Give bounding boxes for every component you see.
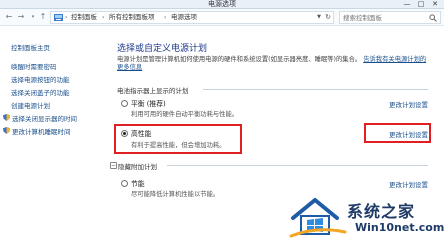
address-dropdown-icon[interactable]: ▼ bbox=[317, 12, 321, 23]
forward-arrow-icon[interactable]: → bbox=[16, 12, 26, 22]
search-input[interactable] bbox=[343, 13, 427, 22]
recent-pages-chevron-icon[interactable]: ▾ bbox=[28, 12, 38, 22]
back-arrow-icon[interactable]: ← bbox=[4, 12, 14, 22]
sidebar: 控制面板主页 唤醒时需要密码 选择电源按钮的功能 选择关闭盖子的功能 创建电源计… bbox=[0, 27, 104, 246]
change-plan-settings-balanced-link[interactable]: 更改计划设置 bbox=[389, 99, 428, 109]
breadcrumb-separator-icon: › bbox=[164, 14, 167, 21]
breadcrumb[interactable]: › 控制面板 › 所有控制面板项 › 电源选项 ▼ ↻ bbox=[50, 11, 334, 24]
window-title: 电源选项 bbox=[208, 0, 236, 8]
minimize-button[interactable]: — bbox=[400, 0, 414, 9]
watermark-brand: 系统之家 bbox=[347, 202, 416, 221]
highlight-box-plan bbox=[114, 124, 242, 154]
search-icon[interactable] bbox=[429, 14, 437, 22]
power-saver-plan-radio[interactable] bbox=[121, 180, 128, 187]
refresh-icon[interactable]: ↻ bbox=[325, 12, 331, 23]
sidebar-item-close-lid[interactable]: 选择关闭盖子的功能 bbox=[11, 87, 70, 97]
page-title: 选择或自定义电源计划 bbox=[117, 44, 208, 54]
sidebar-item-power-button[interactable]: 选择电源按钮的功能 bbox=[11, 74, 70, 84]
collapse-toggle-icon[interactable]: − bbox=[110, 162, 117, 169]
close-button[interactable]: ✕ bbox=[428, 0, 442, 9]
breadcrumb-all-items[interactable]: 所有控制面板项 bbox=[109, 12, 155, 23]
section-label-hidden-plans[interactable]: 隐藏附加计划 bbox=[118, 161, 157, 171]
breadcrumb-power-options[interactable]: 电源选项 bbox=[171, 12, 197, 23]
plan-desc-balanced: 利用可用的硬件自动平衡功耗与性能。 bbox=[131, 111, 239, 118]
up-arrow-icon[interactable]: ↑ bbox=[38, 12, 48, 22]
plan-name-balanced: 平衡 (推荐) bbox=[131, 100, 166, 108]
address-bar: ← → ▾ ↑ › 控制面板 › 所有控制面板项 › 电源选项 ▼ ↻ bbox=[0, 9, 444, 26]
description-text: 电源计划是管理计算机如何使用电源的硬件和系统设置(如显示器亮度、睡眠等)的集合。 bbox=[117, 56, 362, 63]
shield-icon bbox=[3, 127, 10, 134]
watermark-site: Win10net.com bbox=[355, 221, 444, 234]
title-bar: 电源选项 — □ ✕ bbox=[0, 0, 444, 9]
breadcrumb-control-panel[interactable]: 控制面板 bbox=[71, 12, 97, 23]
maximize-button[interactable]: □ bbox=[414, 0, 428, 9]
section-label-shown-plans: 电池指示器上显示的计划 bbox=[117, 87, 189, 95]
search-box[interactable] bbox=[339, 11, 441, 24]
sidebar-item-control-panel-home[interactable]: 控制面板主页 bbox=[11, 42, 50, 52]
watermark-logo: 系统之家 Win10net.com bbox=[289, 194, 444, 242]
balanced-plan-radio[interactable] bbox=[121, 100, 128, 107]
plan-desc-power-saver: 尽可能降低计算机性能以节能。 bbox=[131, 191, 220, 198]
sidebar-item-display-off-time[interactable]: 选择关闭显示器的时间 bbox=[12, 113, 77, 123]
control-panel-icon bbox=[54, 14, 63, 21]
breadcrumb-separator-icon: › bbox=[102, 14, 105, 21]
breadcrumb-separator-icon: › bbox=[65, 14, 68, 21]
change-plan-settings-power-saver-link[interactable]: 更改计划设置 bbox=[389, 179, 428, 189]
section-divider bbox=[203, 89, 428, 90]
sidebar-item-create-plan[interactable]: 创建电源计划 bbox=[11, 100, 50, 110]
sidebar-item-sleep-time[interactable]: 更改计算机睡眠时间 bbox=[12, 126, 71, 136]
plan-name-power-saver: 节能 bbox=[131, 180, 145, 188]
highlight-box-settings-link bbox=[364, 123, 431, 143]
shield-icon bbox=[3, 114, 10, 121]
sidebar-item-require-password[interactable]: 唤醒时需要密码 bbox=[11, 61, 57, 71]
section-divider bbox=[167, 165, 428, 166]
house-logo-icon bbox=[289, 198, 347, 238]
page-description: 电源计划是管理计算机如何使用电源的硬件和系统设置(如显示器亮度、睡眠等)的集合。… bbox=[117, 56, 429, 72]
